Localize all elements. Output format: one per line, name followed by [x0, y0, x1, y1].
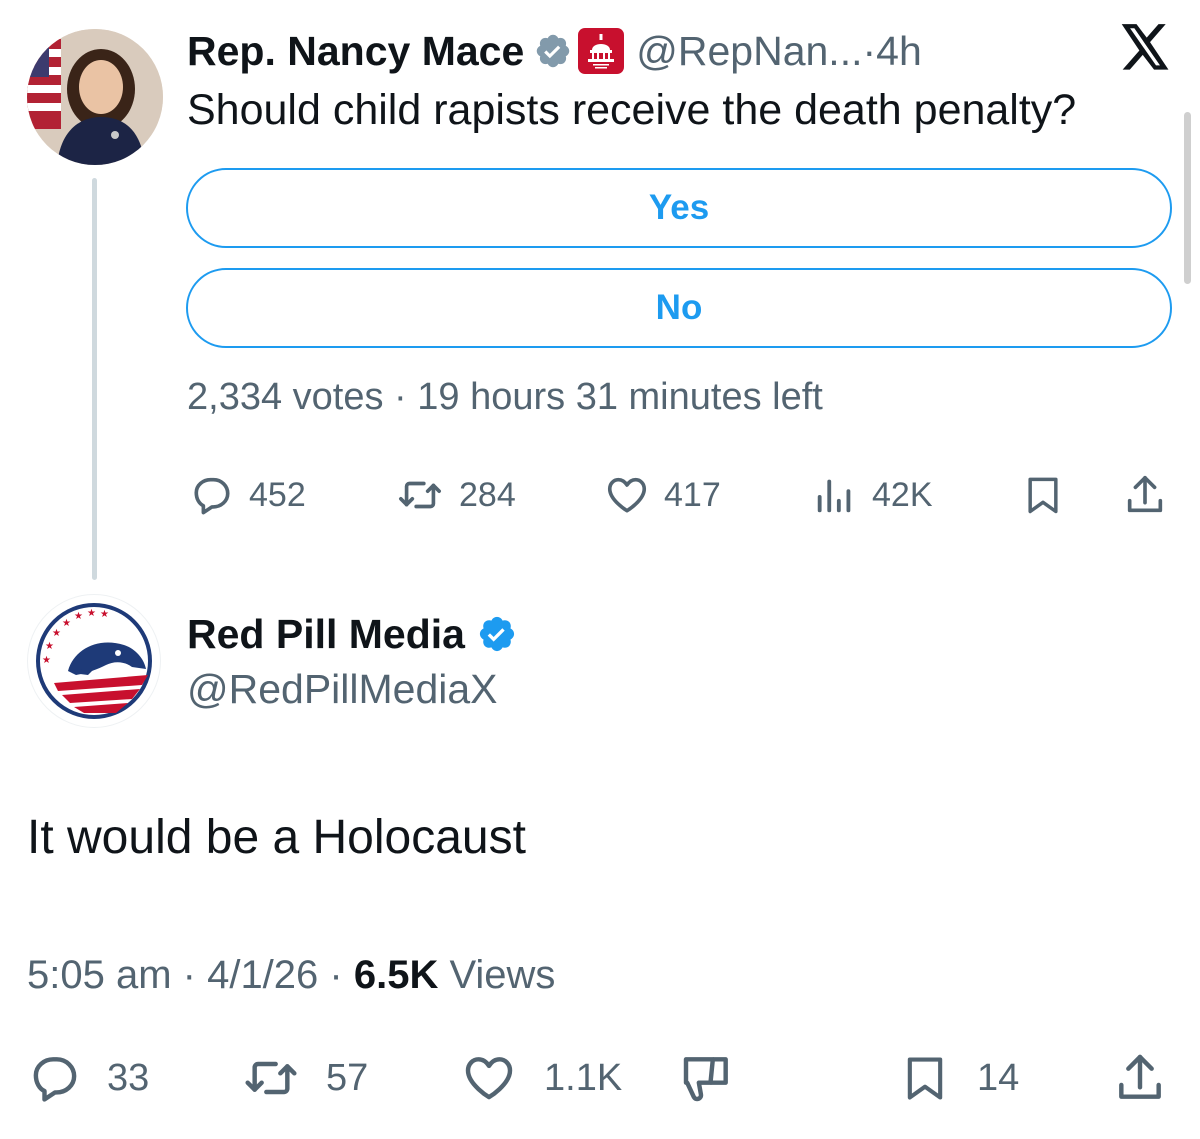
poll-option-no[interactable]: No [186, 268, 1172, 348]
reply-icon [194, 477, 230, 515]
quoted-views-button[interactable]: 42K [812, 470, 933, 520]
main-dislike-button[interactable] [678, 1050, 736, 1106]
quoted-tweet-time[interactable]: 4h [876, 28, 922, 75]
scrollbar[interactable] [1184, 112, 1191, 284]
poll-meta-separator: · [383, 376, 418, 418]
svg-text:★: ★ [74, 611, 83, 622]
svg-text:★: ★ [87, 608, 96, 619]
repost-icon [399, 481, 441, 509]
main-share-button[interactable] [1112, 1050, 1168, 1106]
quoted-like-count: 417 [664, 475, 721, 514]
main-tweet-meta: 5:05 am · 4/1/26 · 6.5K Views [27, 953, 555, 998]
quoted-like-button[interactable]: 417 [604, 470, 721, 520]
red-pill-media-avatar[interactable]: ★ ★ ★ ★ ★ ★ ★ [27, 594, 161, 728]
bookmark-icon [1028, 477, 1058, 514]
repost-icon [245, 1061, 297, 1095]
share-icon [1127, 475, 1163, 513]
quoted-author-handle[interactable]: @RepNan... [636, 28, 862, 75]
main-author-name[interactable]: Red Pill Media [187, 611, 465, 658]
poll-vote-count: 2,334 votes [187, 376, 384, 418]
svg-text:★: ★ [42, 655, 51, 666]
quoted-reply-count: 452 [249, 475, 306, 514]
x-logo-icon [1121, 24, 1169, 70]
svg-text:★: ★ [100, 609, 109, 620]
quoted-repost-button[interactable]: 284 [395, 470, 516, 520]
quoted-bookmark-button[interactable] [1021, 470, 1065, 520]
main-views-label: Views [438, 953, 556, 997]
main-repost-button[interactable]: 57 [240, 1050, 368, 1106]
main-like-button[interactable]: 1.1K [460, 1050, 622, 1106]
main-bookmark-button[interactable]: 14 [899, 1050, 1019, 1106]
nancy-mace-avatar[interactable] [27, 29, 163, 165]
main-author-handle[interactable]: @RedPillMediaX [187, 666, 498, 713]
quoted-repost-count: 284 [459, 475, 516, 514]
main-tweet-date[interactable]: 4/1/26 [207, 953, 318, 997]
poll-option-yes[interactable]: Yes [186, 168, 1172, 248]
poll-meta: 2,334 votes · 19 hours 31 minutes left [187, 376, 823, 419]
poll-time-left: 19 hours 31 minutes left [417, 376, 823, 418]
main-reply-count: 33 [107, 1056, 150, 1099]
share-icon [1119, 1054, 1161, 1099]
reply-icon [33, 1057, 77, 1102]
svg-text:★: ★ [52, 628, 61, 639]
dislike-icon [683, 1057, 728, 1102]
main-like-count: 1.1K [544, 1056, 623, 1099]
main-tweet-author-row: Red Pill Media [187, 604, 517, 664]
quoted-tweet-text: Should child rapists receive the death p… [187, 86, 1077, 134]
verified-grey-icon [537, 34, 570, 68]
quoted-time-separator: · [862, 27, 877, 74]
meta-separator-1: · [171, 953, 208, 997]
views-icon [817, 479, 851, 513]
main-bookmark-count: 14 [977, 1056, 1020, 1099]
meta-separator-2: · [318, 953, 354, 997]
thread-connector-line [92, 178, 97, 580]
verified-blue-icon [479, 616, 515, 652]
gov-capitol-icon [578, 28, 625, 74]
main-tweet-text: It would be a Holocaust [27, 811, 526, 864]
main-reply-button[interactable]: 33 [27, 1050, 149, 1106]
like-icon [465, 1057, 513, 1100]
quoted-author-name[interactable]: Rep. Nancy Mace [187, 28, 524, 75]
main-tweet-time[interactable]: 5:05 am [27, 953, 172, 997]
quoted-reply-button[interactable]: 452 [189, 470, 306, 520]
quoted-tweet-header: Rep. Nancy Mace @RepNan... · 4h [187, 22, 922, 80]
main-repost-count: 57 [326, 1056, 369, 1099]
like-icon [607, 477, 647, 513]
quoted-views-count: 42K [872, 475, 933, 514]
main-views-count: 6.5K [353, 953, 439, 997]
svg-text:★: ★ [62, 618, 71, 629]
svg-text:★: ★ [45, 641, 54, 652]
quoted-share-button[interactable] [1122, 470, 1168, 520]
bookmark-icon [907, 1057, 943, 1100]
